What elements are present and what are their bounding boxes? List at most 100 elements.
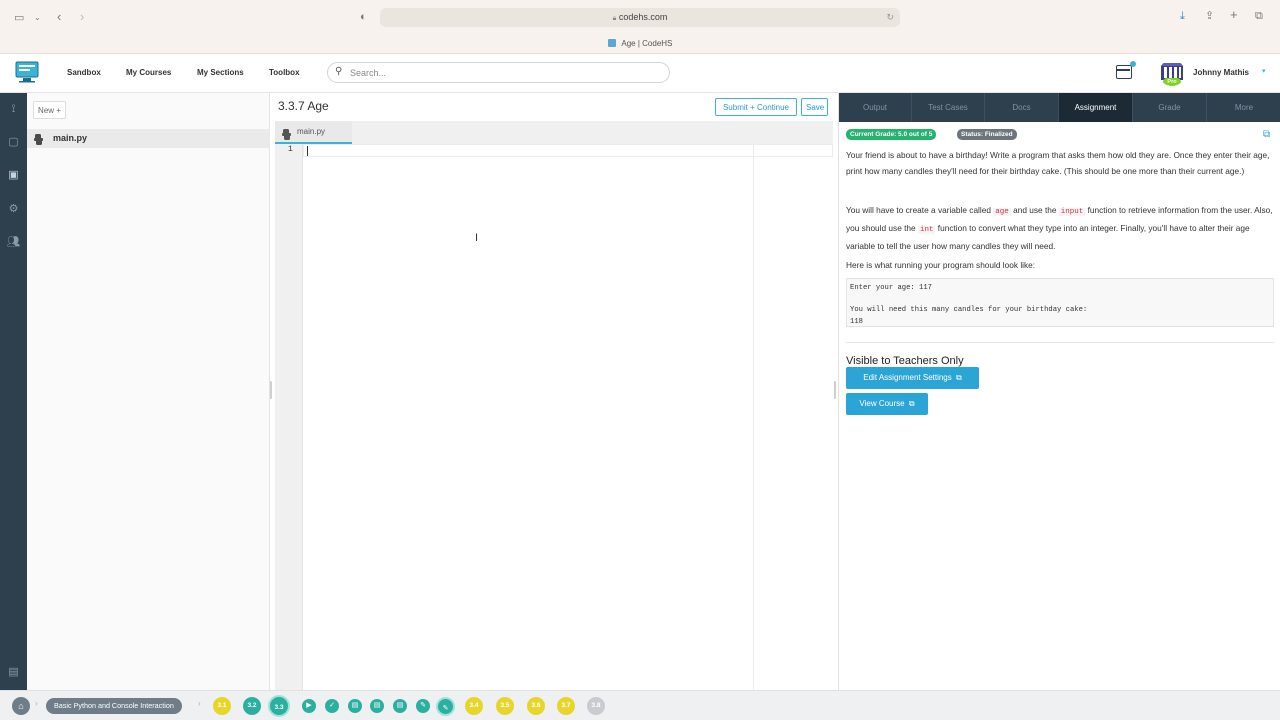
mouse-cursor-icon: I [475, 232, 479, 244]
p2-text-a: You will have to create a variable calle… [846, 205, 994, 215]
nav-my-courses[interactable]: My Courses [126, 54, 171, 93]
file-name: main.py [53, 133, 88, 143]
lesson-bubble-3-3[interactable]: 3.3 [268, 695, 290, 717]
gear-icon[interactable]: ⚙ [6, 202, 21, 217]
new-tab-icon[interactable]: + [1230, 8, 1238, 22]
url-bar[interactable]: 🔒︎ codehs.com ↻ [380, 8, 900, 27]
lesson-bubble-3-6[interactable]: 3.6 [527, 697, 545, 715]
tab-overview-icon[interactable]: ⧉ [1255, 9, 1263, 23]
browser-tab[interactable]: Age | CodeHS [0, 36, 1280, 52]
page-title: 3.3.7 Age [278, 99, 329, 113]
nav-toolbox[interactable]: Toolbox [269, 54, 300, 93]
new-file-button[interactable]: New + [33, 101, 66, 119]
editor-tab-main-py[interactable]: main.py [275, 121, 352, 144]
download-icon[interactable]: ⤓ [1180, 9, 1185, 23]
notifications-icon[interactable] [1116, 61, 1136, 79]
left-rail: ⟟ ▢ ▣ ⚙ 👥︎ ▤ [0, 93, 27, 690]
pro-badge: Pro [1163, 78, 1181, 86]
external-link-icon[interactable]: ⧉ [1263, 129, 1270, 140]
shield-icon[interactable]: ◐ [360, 10, 367, 24]
assignment-paragraph-2: You will have to create a variable calle… [846, 202, 1276, 254]
assignment-paragraph-3: Here is what running your program should… [846, 260, 1036, 270]
right-tab-bar: Output Test Cases Docs Assignment Grade … [839, 93, 1280, 122]
user-menu-caret-icon[interactable]: ▾ [1262, 67, 1266, 75]
lock-icon: 🔒︎ [612, 15, 617, 22]
tab-output[interactable]: Output [839, 93, 912, 122]
tab-docs[interactable]: Docs [985, 93, 1059, 122]
avatar[interactable]: Pro [1159, 60, 1185, 86]
forward-icon[interactable]: › [80, 10, 84, 24]
external-link-icon: ⧉ [956, 373, 962, 382]
url-text: codehs.com [618, 12, 668, 22]
back-icon[interactable]: ‹ [57, 10, 61, 24]
sample-line-2: You will need this many candles for your… [850, 306, 1088, 315]
python-icon [34, 132, 43, 145]
edit-settings-label: Edit Assignment Settings [863, 373, 952, 382]
sidebar-toggle-icon[interactable]: ▭ [14, 11, 24, 25]
lesson-bubble-3-2[interactable]: 3.2 [243, 697, 261, 715]
briefcase-icon[interactable]: ▢ [6, 135, 21, 150]
pencil-icon[interactable]: ✎ [436, 697, 455, 716]
view-course-label: View Course [859, 399, 905, 408]
search-box[interactable]: ⚲ [327, 62, 670, 83]
divider [846, 342, 1274, 343]
chevron-right-icon: › [198, 699, 201, 708]
users-icon[interactable]: 👥︎ [6, 235, 21, 250]
pencil-icon[interactable]: ✎ [416, 699, 430, 713]
print-margin [753, 144, 754, 690]
grade-badge: Current Grade: 5.0 out of 5 [846, 129, 937, 140]
search-icon: ⚲ [335, 66, 343, 77]
lesson-bubble-3-7[interactable]: 3.7 [557, 697, 575, 715]
assignment-panel: Output Test Cases Docs Assignment Grade … [838, 93, 1280, 690]
favicon-icon [607, 39, 616, 47]
code-int: int [917, 226, 936, 234]
codehs-logo-icon[interactable] [14, 60, 40, 84]
editor-tab-label: main.py [297, 127, 326, 136]
tab-grade[interactable]: Grade [1133, 93, 1207, 122]
breadcrumb[interactable]: Basic Python and Console Interaction [46, 698, 182, 714]
chevron-down-icon[interactable]: ⌄ [34, 11, 41, 25]
user-name[interactable]: Johnny Mathis [1193, 68, 1249, 77]
layout-icon[interactable]: ▤ [6, 665, 21, 680]
search-input[interactable] [350, 63, 650, 82]
lesson-bubble-3-5[interactable]: 3.5 [496, 697, 514, 715]
quiz-check-icon[interactable]: ✓ [325, 699, 339, 713]
tab-more[interactable]: More [1207, 93, 1280, 122]
home-icon[interactable]: ⌂ [12, 697, 30, 715]
share-icon[interactable]: ⇪ [1205, 9, 1214, 23]
p2-text-b: and use the [1010, 205, 1059, 215]
document-icon[interactable]: ▤ [348, 699, 362, 713]
tab-assignment[interactable]: Assignment [1059, 93, 1133, 122]
edit-assignment-settings-button[interactable]: Edit Assignment Settings ⧉ [846, 367, 979, 389]
save-button[interactable]: Save [801, 98, 828, 116]
sample-line-1: Enter your age: 117 [850, 284, 932, 292]
map-icon[interactable]: ⟟ [6, 102, 21, 117]
submit-continue-button[interactable]: Submit + Continue [715, 98, 797, 116]
left-splitter-handle[interactable] [270, 381, 272, 399]
lesson-bubble-3-8[interactable]: 3.8 [587, 697, 605, 715]
right-splitter-handle[interactable] [834, 381, 836, 399]
sample-output-box: Enter your age: 117 You will need this m… [846, 278, 1274, 327]
document-icon[interactable]: ▤ [393, 699, 407, 713]
lesson-bubble-3-4[interactable]: 3.4 [465, 697, 483, 715]
code-input: input [1058, 208, 1086, 216]
status-badge: Status: Finalized [957, 129, 1017, 140]
tab-title: Age | CodeHS [621, 39, 673, 48]
video-icon[interactable]: ▶ [302, 699, 316, 713]
file-row-main-py[interactable]: main.py [27, 129, 270, 148]
external-link-icon: ⧉ [908, 399, 915, 408]
browser-toolbar: ▭ ⌄ ‹ › ◐ 🔒︎ codehs.com ↻ ⤓ ⇪ + ⧉ Age | … [0, 0, 1280, 54]
line-number: 1 [288, 145, 293, 154]
view-course-button[interactable]: View Course ⧉ [846, 393, 928, 415]
line-gutter: 1 [275, 144, 303, 690]
file-code-icon[interactable]: ▣ [6, 168, 21, 183]
document-icon[interactable]: ▤ [370, 699, 384, 713]
nav-my-sections[interactable]: My Sections [197, 54, 244, 93]
reload-icon[interactable]: ↻ [886, 8, 894, 27]
lesson-bubble-3-1[interactable]: 3.1 [213, 697, 231, 715]
sample-line-3: 118 [850, 317, 863, 326]
tab-test-cases[interactable]: Test Cases [912, 93, 985, 122]
file-panel: New + main.py [27, 93, 270, 690]
nav-sandbox[interactable]: Sandbox [67, 54, 101, 93]
python-icon [282, 127, 291, 140]
